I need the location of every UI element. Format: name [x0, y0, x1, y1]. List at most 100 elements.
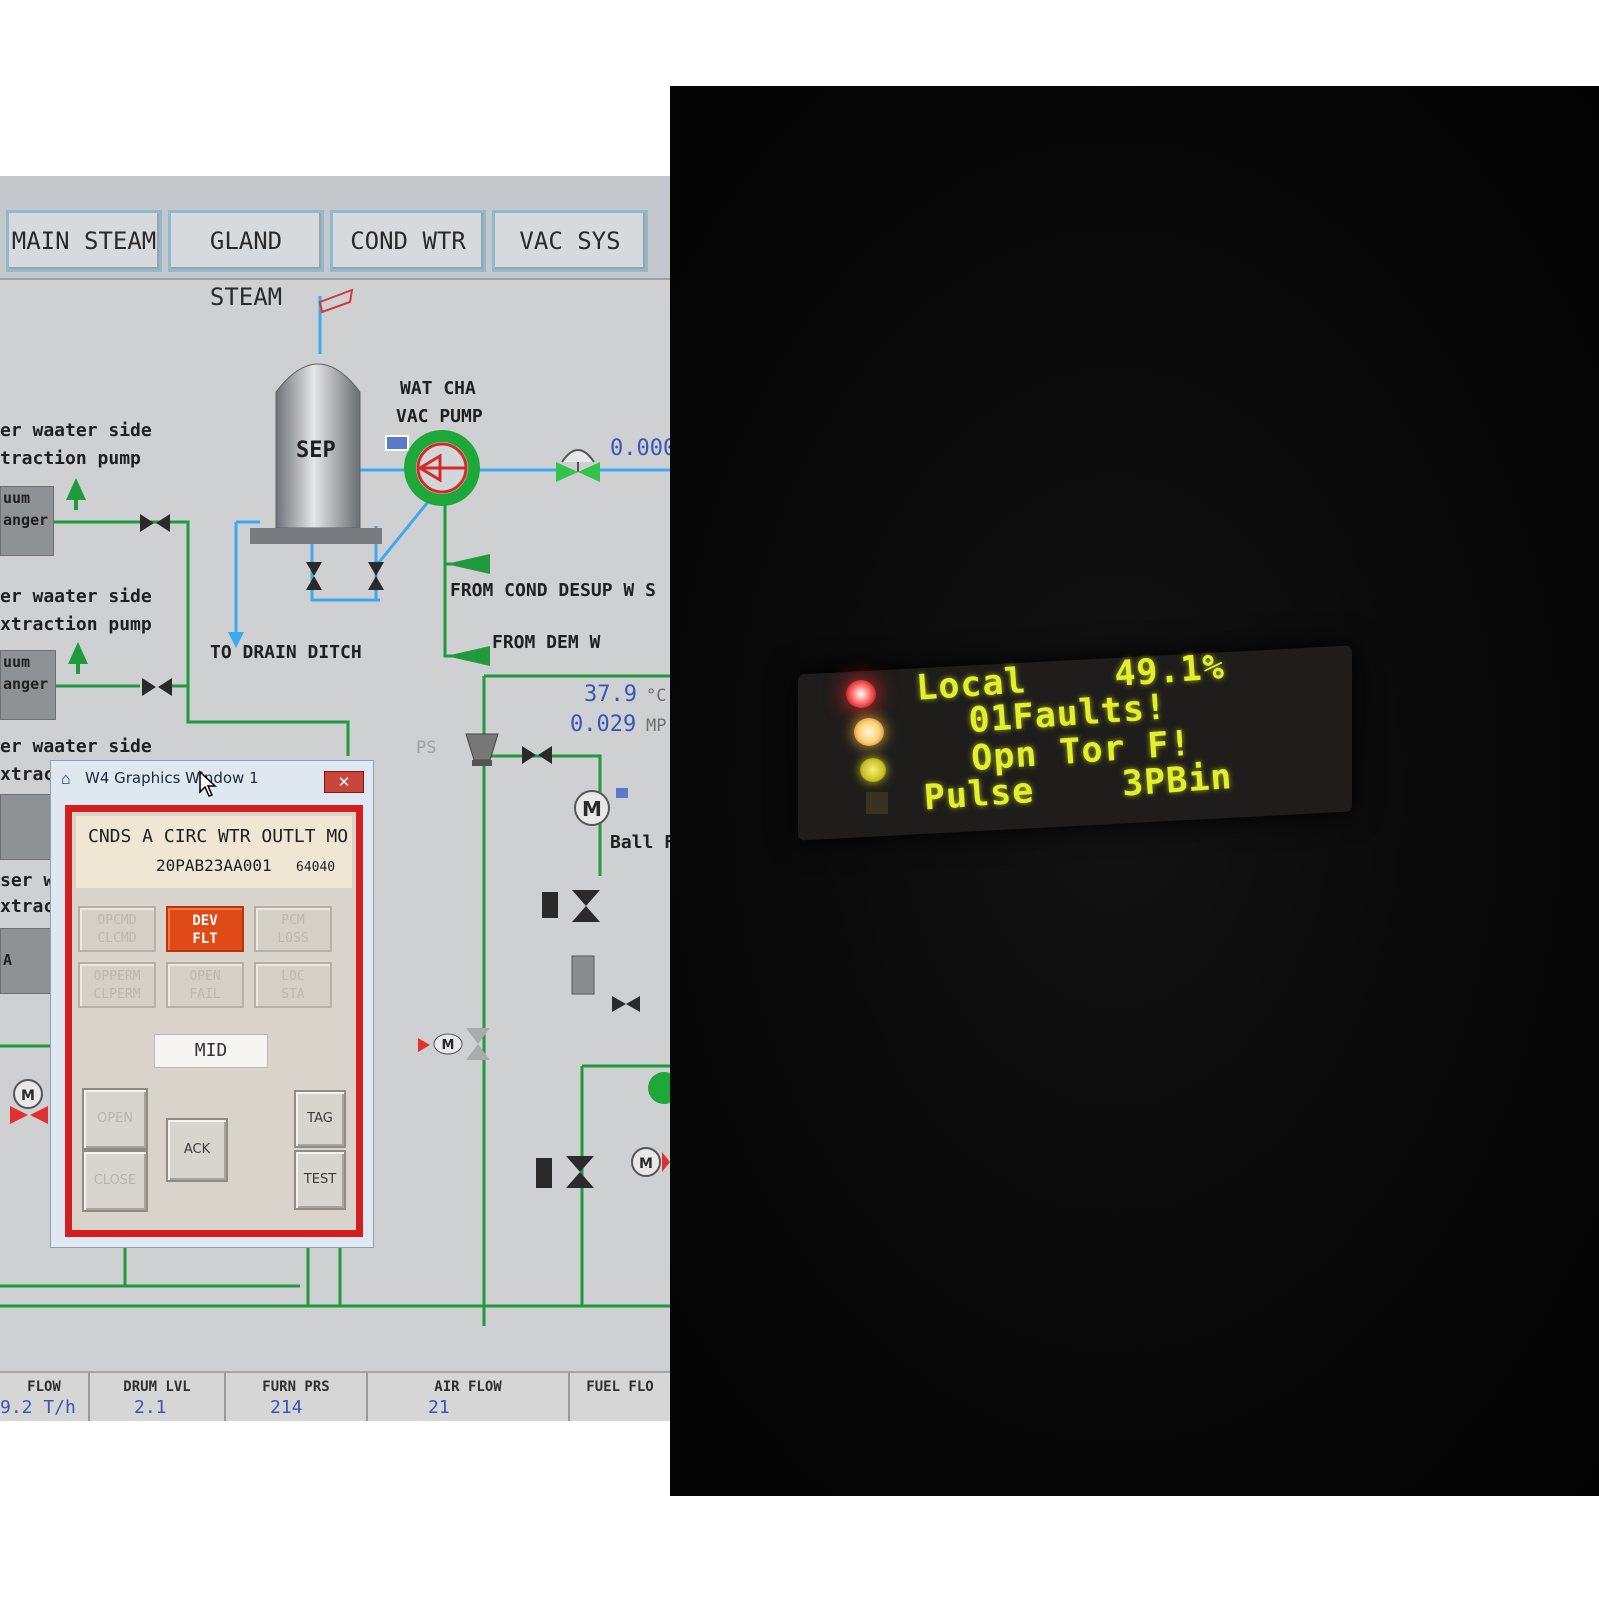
status-open-fail: OPEN FAIL [166, 962, 244, 1008]
faceplate-window: ⌂ W4 Graphics Window 1 ✕ CNDS A CIRC WTR… [50, 760, 374, 1248]
label-side-4: ser w [0, 870, 55, 891]
vacuum-exchanger-1[interactable]: uum anger [0, 486, 54, 556]
status-clcmd: CLCMD [97, 931, 137, 946]
label-from-cond-desup: FROM COND DESUP W S [450, 580, 656, 601]
label-to-drain: TO DRAIN DITCH [210, 642, 362, 663]
svg-text:M: M [21, 1088, 35, 1104]
status-opperm: OPPERM [93, 969, 141, 984]
window-title: W4 Graphics Window 1 [85, 769, 259, 787]
faceplate-alarm-frame: CNDS A CIRC WTR OUTLT MO 20PAB23AA001 64… [65, 805, 363, 1237]
ps-label: PS [416, 738, 437, 758]
svg-text:M: M [582, 797, 602, 821]
footer-furn-label: FURN PRS [262, 1379, 330, 1395]
footer-flow[interactable]: FLOW 9.2 T/h [0, 1373, 90, 1421]
window-icon: ⌂ [61, 769, 71, 788]
status-sta: STA [281, 987, 305, 1002]
pump-running-indicator [648, 1072, 670, 1104]
control-valve[interactable] [556, 449, 600, 482]
steam-trap [465, 733, 499, 766]
footer-drum-label: DRUM LVL [123, 1379, 191, 1395]
label-ball: Ball F [610, 832, 670, 853]
strainer [571, 955, 595, 995]
faceplate-header: CNDS A CIRC WTR OUTLT MO 20PAB23AA001 64… [76, 816, 352, 888]
pump-status-flag [385, 435, 409, 451]
ack-button[interactable]: ACK [166, 1118, 228, 1182]
pump-label-line2: VAC PUMP [396, 406, 483, 427]
mouse-cursor-icon [199, 770, 217, 797]
status-pcm-loss: PCM LOSS [254, 906, 332, 952]
vacuum-exchanger-4[interactable]: A [0, 928, 52, 994]
led-amber-icon [854, 718, 884, 746]
box-1-line1: uum [3, 489, 31, 507]
led-yellow-icon [860, 758, 886, 782]
device-tag: 20PAB23AA001 [156, 856, 272, 875]
status-loss: LOSS [277, 931, 309, 946]
status-flt: FLT [192, 931, 218, 947]
label-pump-3: xtrac [0, 764, 55, 785]
led-red-icon [846, 680, 876, 708]
vacuum-exchanger-2[interactable]: uum anger [0, 650, 56, 720]
box-2-line2: anger [3, 675, 49, 693]
label-pump-2: xtraction pump [0, 614, 152, 635]
footer-fuel-flow[interactable]: FUEL FLO [570, 1373, 670, 1421]
position-display: MID [154, 1034, 268, 1068]
footer-bar: FLOW 9.2 T/h DRUM LVL 2.1 FURN PRS 214 A… [0, 1371, 670, 1421]
device-description: CNDS A CIRC WTR OUTLT MO [88, 826, 349, 847]
svg-text:M: M [442, 1038, 455, 1053]
status-dev-flt: DEV FLT [166, 906, 244, 952]
status-loc: LOC [281, 969, 305, 984]
close-button[interactable]: ✕ [324, 771, 364, 793]
svg-text:M: M [639, 1156, 653, 1172]
status-opcmd: OPCMD [97, 913, 137, 928]
separator-label: SEP [296, 438, 336, 463]
status-fail: FAIL [189, 987, 221, 1002]
status-open: OPEN [189, 969, 221, 984]
motor-valve-right[interactable]: M [631, 1147, 670, 1177]
footer-flow-label: FLOW [27, 1379, 61, 1395]
lcd-display: Local 49.1% 01Faults! Opn Tor F! Pulse 3… [915, 640, 1345, 829]
close-valve-button[interactable]: CLOSE [82, 1150, 148, 1212]
vac-pump-symbol[interactable] [404, 430, 480, 506]
tag-button[interactable]: TAG [294, 1090, 346, 1148]
status-opcmd-clcmd: OPCMD CLCMD [78, 906, 156, 952]
temp-unit: °C [646, 686, 667, 706]
status-opperm-clperm: OPPERM CLPERM [78, 962, 156, 1008]
motor-valve-ball[interactable]: M [574, 788, 628, 826]
status-pcm: PCM [281, 913, 305, 928]
footer-fuel-label: FUEL FLO [586, 1379, 654, 1395]
temp-value: 37.9 [584, 682, 637, 707]
box-2-line1: uum [3, 653, 31, 671]
test-button[interactable]: TEST [294, 1150, 346, 1210]
label-from-dem: FROM DEM W [492, 632, 601, 653]
press-value: 0.029 [570, 712, 637, 737]
dcs-screen: MAIN STEAM GLAND STEAM COND WTR VAC SYS [0, 176, 670, 1421]
device-code: 64040 [296, 860, 336, 875]
led-off-icon [866, 792, 888, 814]
label-pump-1: traction pump [0, 448, 141, 469]
box-1-line2: anger [3, 511, 49, 529]
drain-valves [306, 562, 384, 590]
gate-valves [536, 890, 600, 1188]
label-side-2: er waater side [0, 586, 152, 607]
label-side-3: er waater side [0, 736, 152, 757]
vent-flag [318, 288, 354, 314]
flow-value: 0.000 [610, 436, 670, 461]
press-unit: MP [646, 716, 667, 736]
footer-flow-value: 9.2 T/h [0, 1397, 76, 1418]
label-pump-4: xtrac [0, 896, 55, 917]
status-dev: DEV [192, 913, 218, 929]
label-side-1: er waater side [0, 420, 152, 441]
pump-label-line1: WAT CHA [400, 378, 476, 399]
motor-valve-mid[interactable]: M [418, 1028, 490, 1060]
status-clperm: CLPERM [93, 987, 141, 1002]
status-loc-sta: LOC STA [254, 962, 332, 1008]
open-button[interactable]: OPEN [82, 1088, 148, 1150]
footer-air-label: AIR FLOW [434, 1379, 502, 1395]
local-controller-photo: Local 49.1% 01Faults! Opn Tor F! Pulse 3… [670, 86, 1599, 1496]
motor-valve-left[interactable]: M [10, 1079, 48, 1124]
box-3-label: A [3, 951, 13, 969]
footer-air-flow[interactable]: AIR FLOW 21 [368, 1373, 570, 1421]
footer-furn-prs[interactable]: FURN PRS 214 [226, 1373, 368, 1421]
footer-drum-lvl[interactable]: DRUM LVL 2.1 [90, 1373, 226, 1421]
vacuum-exchanger-3[interactable] [0, 794, 52, 860]
